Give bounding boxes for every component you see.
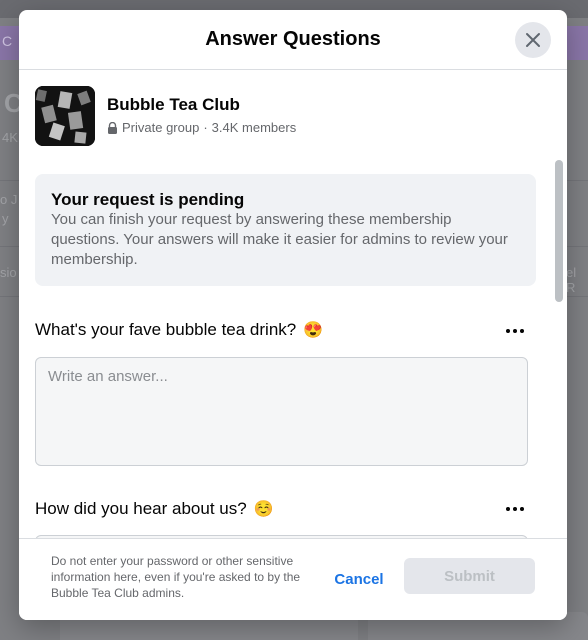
group-member-count: 3.4K members bbox=[211, 120, 297, 135]
group-name[interactable]: Bubble Tea Club bbox=[107, 95, 240, 115]
pending-notice: Your request is pending You can finish y… bbox=[35, 174, 536, 286]
heart-eyes-emoji-icon: 😍 bbox=[302, 322, 323, 339]
background-fragment: 4K bbox=[2, 130, 18, 145]
group-info: Bubble Tea Club Private group · 3.4K mem… bbox=[35, 86, 535, 148]
question-1: What's your fave bubble tea drink? 😍 bbox=[35, 320, 323, 340]
scrollbar-thumb[interactable] bbox=[555, 160, 563, 302]
group-avatar-image bbox=[35, 86, 95, 146]
meta-separator: · bbox=[203, 120, 208, 135]
cancel-button[interactable]: Cancel bbox=[322, 565, 396, 593]
close-button[interactable] bbox=[515, 22, 551, 58]
background-fragment: sio bbox=[0, 265, 17, 280]
more-dot-icon bbox=[513, 329, 517, 333]
group-meta: Private group · 3.4K members bbox=[107, 120, 296, 135]
pending-title: Your request is pending bbox=[51, 190, 245, 209]
background-fragment: y bbox=[2, 211, 9, 226]
question-2-text: How did you hear about us? bbox=[35, 499, 247, 518]
pending-description: You can finish your request by answering… bbox=[51, 211, 508, 268]
question-1-answer-input[interactable] bbox=[35, 357, 528, 466]
group-avatar[interactable] bbox=[35, 86, 95, 146]
background-banner-text: C bbox=[2, 33, 13, 49]
close-icon bbox=[526, 33, 540, 47]
question-1-more-button[interactable] bbox=[501, 319, 529, 343]
background-fragment: o J bbox=[0, 192, 18, 207]
more-dot-icon bbox=[520, 329, 524, 333]
more-dot-icon bbox=[506, 507, 510, 511]
background-fragment: el R bbox=[566, 265, 577, 295]
more-dot-icon bbox=[520, 507, 524, 511]
question-2-more-button[interactable] bbox=[501, 497, 529, 521]
more-dot-icon bbox=[506, 329, 510, 333]
dialog-title: Answer Questions bbox=[205, 28, 381, 50]
answer-questions-dialog: Answer Questions Bubble Tea Club Private… bbox=[19, 10, 567, 620]
scrollbar[interactable] bbox=[555, 160, 563, 538]
question-2: How did you hear about us? ☺️ bbox=[35, 499, 273, 519]
question-1-text: What's your fave bubble tea drink? bbox=[35, 320, 297, 339]
group-privacy: Private group bbox=[122, 120, 200, 135]
questions-scroll-area[interactable]: Your request is pending You can finish y… bbox=[19, 160, 567, 538]
lock-icon bbox=[108, 121, 117, 134]
more-dot-icon bbox=[513, 507, 517, 511]
submit-button[interactable]: Submit bbox=[404, 558, 535, 594]
dialog-footer: Do not enter your password or other sens… bbox=[19, 538, 567, 620]
smiling-emoji-icon: ☺️ bbox=[253, 501, 274, 518]
dialog-header: Answer Questions bbox=[19, 10, 567, 70]
security-note: Do not enter your password or other sens… bbox=[51, 554, 301, 600]
